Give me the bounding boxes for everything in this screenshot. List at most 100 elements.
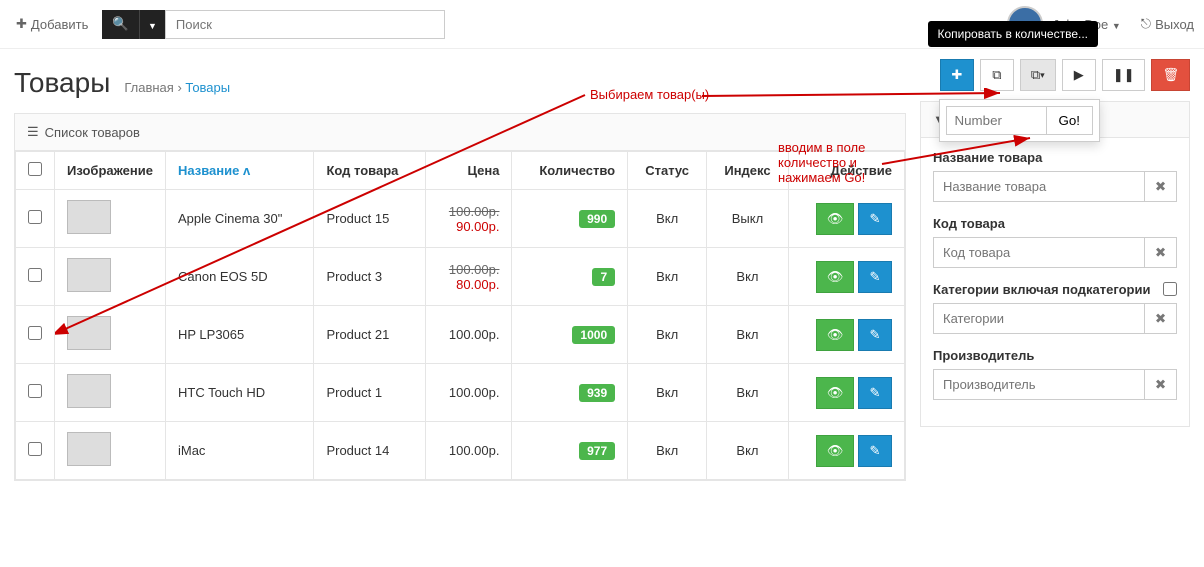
clear-name-button[interactable]: ✖ (1145, 171, 1177, 202)
pencil-icon: ✎ (870, 385, 881, 401)
edit-button[interactable]: ✎ (858, 203, 892, 235)
price: 100.00p. (438, 327, 500, 342)
include-subcategories-checkbox[interactable] (1163, 282, 1177, 296)
edit-button[interactable]: ✎ (858, 319, 892, 351)
close-icon: ✖ (1155, 245, 1166, 260)
add-product-button[interactable]: ✚ (940, 59, 974, 91)
filter-name-input[interactable] (933, 171, 1145, 202)
panel-title: Список товаров (45, 125, 140, 140)
tooltip-copy-qty: Копировать в количестве... (928, 21, 1099, 47)
row-checkbox[interactable] (28, 268, 42, 282)
cell-code: Product 21 (314, 306, 425, 364)
cell-action: 👁 ✎ (788, 248, 904, 306)
clear-categories-button[interactable]: ✖ (1145, 303, 1177, 334)
row-checkbox[interactable] (28, 442, 42, 456)
filter-manufacturer-input[interactable] (933, 369, 1145, 400)
page-title: Товары (14, 67, 110, 99)
row-checkbox[interactable] (28, 326, 42, 340)
cell-status: Вкл (628, 306, 707, 364)
row-checkbox[interactable] (28, 384, 42, 398)
pencil-icon: ✎ (870, 443, 881, 459)
clear-code-button[interactable]: ✖ (1145, 237, 1177, 268)
cell-action: 👁 ✎ (788, 306, 904, 364)
plus-icon: ✚ (16, 16, 27, 32)
cell-price: 100.00p. (425, 306, 512, 364)
cell-code: Product 3 (314, 248, 425, 306)
product-thumb (67, 432, 111, 466)
copy-qty-button[interactable]: ⧉▾ (1020, 59, 1056, 91)
caret-down-icon: ▼ (1112, 21, 1121, 31)
cell-status: Вкл (628, 248, 707, 306)
search-dropdown[interactable]: ▼ (139, 10, 165, 39)
col-action: Действие (788, 152, 904, 190)
cell-index: Выкл (707, 190, 789, 248)
view-button[interactable]: 👁 (816, 377, 855, 409)
breadcrumb: Главная › Товары (124, 80, 230, 95)
caret-down-icon: ▾ (1040, 70, 1045, 81)
filter-categories-label: Категории включая подкатегории (933, 282, 1177, 297)
play-icon: ▶ (1074, 67, 1084, 83)
enable-button[interactable]: ▶ (1062, 59, 1096, 91)
sort-asc-icon: ᴧ (243, 163, 250, 178)
copy-qty-input[interactable] (946, 106, 1046, 135)
cell-price: 100.00p. (425, 364, 512, 422)
cell-index: Вкл (707, 306, 789, 364)
cell-index: Вкл (707, 364, 789, 422)
cell-status: Вкл (628, 422, 707, 480)
close-icon: ✖ (1155, 179, 1166, 194)
view-button[interactable]: 👁 (816, 261, 855, 293)
filter-categories-input[interactable] (933, 303, 1145, 334)
clear-manufacturer-button[interactable]: ✖ (1145, 369, 1177, 400)
search-input[interactable] (165, 10, 445, 39)
cell-action: 👁 ✎ (788, 364, 904, 422)
go-button[interactable]: Go! (1046, 106, 1093, 135)
edit-button[interactable]: ✎ (858, 261, 892, 293)
cell-qty: 7 (512, 248, 628, 306)
select-all-checkbox[interactable] (28, 162, 42, 176)
qty-badge: 939 (579, 384, 615, 402)
filter-code-input[interactable] (933, 237, 1145, 268)
cell-status: Вкл (628, 364, 707, 422)
col-price: Цена (425, 152, 512, 190)
cell-status: Вкл (628, 190, 707, 248)
disable-button[interactable]: ❚❚ (1102, 59, 1146, 91)
copy-qty-dropdown: Go! (939, 99, 1100, 142)
qty-badge: 990 (579, 210, 615, 228)
cell-code: Product 15 (314, 190, 425, 248)
price: 100.00p. (438, 443, 500, 458)
cell-name: Apple Cinema 30" (165, 190, 313, 248)
cell-code: Product 14 (314, 422, 425, 480)
product-thumb (67, 316, 111, 350)
view-button[interactable]: 👁 (816, 203, 855, 235)
pause-icon: ❚❚ (1113, 67, 1135, 83)
row-checkbox[interactable] (28, 210, 42, 224)
col-name[interactable]: Название ᴧ (165, 152, 313, 190)
col-status: Статус (628, 152, 707, 190)
edit-button[interactable]: ✎ (858, 377, 892, 409)
copy-icon: ⧉ (1031, 67, 1040, 83)
filter-name-label: Название товара (933, 150, 1177, 165)
col-image: Изображение (55, 152, 166, 190)
logout-label: Выход (1155, 17, 1194, 32)
breadcrumb-current[interactable]: Товары (185, 80, 230, 95)
cell-price: 100.00p. (425, 422, 512, 480)
product-thumb (67, 258, 111, 292)
add-button[interactable]: ✚ Добавить (10, 12, 94, 36)
view-button[interactable]: 👁 (816, 435, 855, 467)
edit-button[interactable]: ✎ (858, 435, 892, 467)
delete-button[interactable]: 🗑 (1151, 59, 1190, 91)
eye-icon: 👁 (827, 211, 844, 227)
copy-button[interactable]: ⧉ (980, 59, 1014, 91)
table-row: Canon EOS 5D Product 3 100.00p.80.00p. 7… (16, 248, 905, 306)
caret-down-icon: ▼ (148, 21, 157, 31)
view-button[interactable]: 👁 (816, 319, 855, 351)
close-icon: ✖ (1155, 311, 1166, 326)
logout-button[interactable]: ⎋ Выход (1141, 16, 1194, 32)
cell-action: 👁 ✎ (788, 190, 904, 248)
search-icon: 🔍 (112, 16, 129, 32)
search-button[interactable]: 🔍 (102, 10, 139, 39)
cell-qty: 990 (512, 190, 628, 248)
logout-icon: ⎋ (1141, 16, 1151, 32)
cell-name: iMac (165, 422, 313, 480)
breadcrumb-home[interactable]: Главная (124, 80, 173, 95)
